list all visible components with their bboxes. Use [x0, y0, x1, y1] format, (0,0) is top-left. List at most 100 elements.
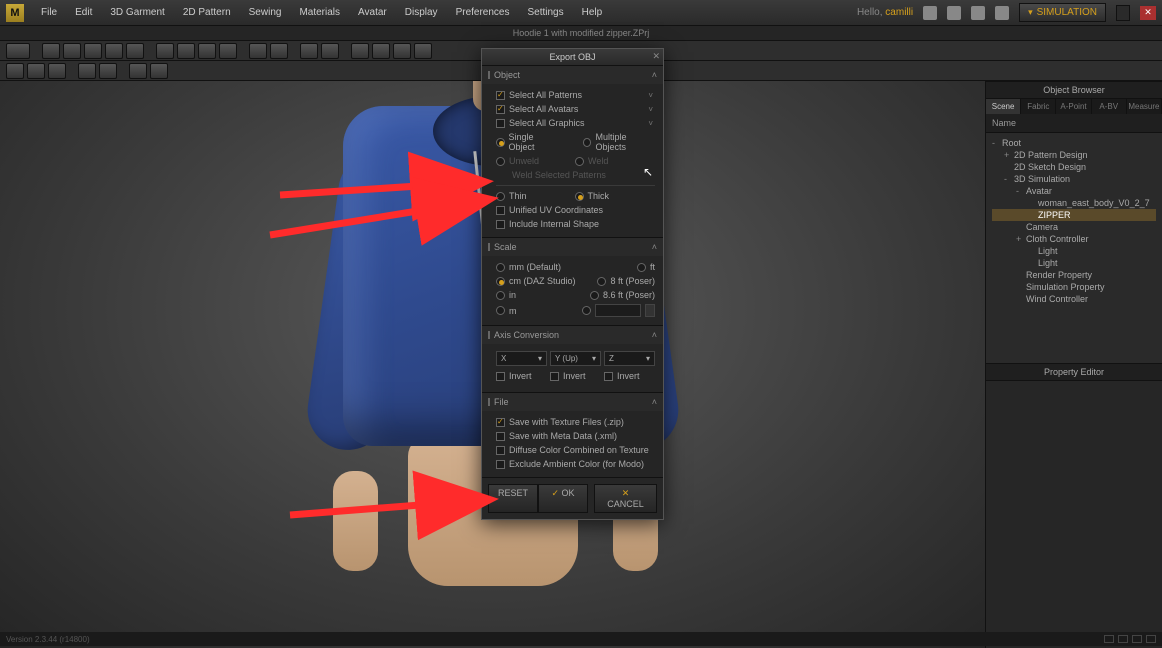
- tool-16[interactable]: [372, 43, 390, 59]
- section-object-header[interactable]: Object˄: [482, 66, 663, 84]
- tree-item[interactable]: Wind Controller: [992, 293, 1156, 305]
- simulation-dropdown[interactable]: [1116, 5, 1130, 21]
- radio-m[interactable]: [496, 306, 505, 315]
- tool-9[interactable]: [198, 43, 216, 59]
- tool-7[interactable]: [156, 43, 174, 59]
- tool-15[interactable]: [351, 43, 369, 59]
- radio-86ft[interactable]: [590, 291, 599, 300]
- chk-select-all-patterns[interactable]: Select All Patterns˅: [496, 88, 655, 102]
- radio-multiple-objects[interactable]: [583, 138, 592, 147]
- tool-10[interactable]: [219, 43, 237, 59]
- tab-abv[interactable]: A-BV: [1092, 99, 1127, 114]
- tab-measure[interactable]: Measure: [1127, 99, 1162, 114]
- sel-tool-3[interactable]: [48, 63, 66, 79]
- menu-file[interactable]: File: [32, 7, 66, 18]
- menu-help[interactable]: Help: [573, 7, 612, 18]
- sel-tool-5[interactable]: [99, 63, 117, 79]
- scene-tree[interactable]: -Root+2D Pattern Design2D Sketch Design-…: [986, 133, 1162, 363]
- radio-single-object[interactable]: [496, 138, 505, 147]
- chk-invert-z[interactable]: [604, 372, 613, 381]
- tool-17[interactable]: [393, 43, 411, 59]
- sel-tool-7[interactable]: [150, 63, 168, 79]
- axis-z-select[interactable]: Z▾: [604, 351, 655, 366]
- tool-13[interactable]: [300, 43, 318, 59]
- tree-item[interactable]: Light: [992, 257, 1156, 269]
- section-scale-header[interactable]: Scale˄: [482, 238, 663, 256]
- tree-item[interactable]: ZIPPER: [992, 209, 1156, 221]
- tree-item[interactable]: 2D Sketch Design: [992, 161, 1156, 173]
- radio-in[interactable]: [496, 291, 505, 300]
- ok-button[interactable]: OK: [538, 484, 588, 513]
- tool-8[interactable]: [177, 43, 195, 59]
- chk-invert-y[interactable]: [550, 372, 559, 381]
- tree-item[interactable]: -3D Simulation: [992, 173, 1156, 185]
- menu-3d-garment[interactable]: 3D Garment: [101, 7, 173, 18]
- chk-save-meta[interactable]: Save with Meta Data (.xml): [496, 429, 655, 443]
- menu-display[interactable]: Display: [396, 7, 447, 18]
- tree-item[interactable]: -Root: [992, 137, 1156, 149]
- tab-scene[interactable]: Scene: [986, 99, 1021, 114]
- menu-preferences[interactable]: Preferences: [447, 7, 519, 18]
- tree-item[interactable]: +2D Pattern Design: [992, 149, 1156, 161]
- simulation-button[interactable]: ▾SIMULATION: [1019, 3, 1106, 22]
- axis-x-select[interactable]: X▾: [496, 351, 547, 366]
- tool-14[interactable]: [321, 43, 339, 59]
- axis-y-select[interactable]: Y (Up)▾: [550, 351, 601, 366]
- sel-tool-2[interactable]: [27, 63, 45, 79]
- chk-select-all-graphics[interactable]: Select All Graphics˅: [496, 116, 655, 130]
- tab-fabric[interactable]: Fabric: [1021, 99, 1056, 114]
- chk-diffuse-combined[interactable]: Diffuse Color Combined on Texture: [496, 443, 655, 457]
- status-icon-2[interactable]: [1118, 635, 1128, 643]
- spinner-icon[interactable]: [645, 304, 655, 317]
- sel-tool-4[interactable]: [78, 63, 96, 79]
- tree-item[interactable]: Render Property: [992, 269, 1156, 281]
- window-close-button[interactable]: ✕: [1140, 6, 1156, 20]
- radio-ft[interactable]: [637, 263, 646, 272]
- chk-internal-shape[interactable]: Include Internal Shape: [496, 217, 655, 231]
- custom-scale-input[interactable]: [595, 304, 641, 317]
- radio-thick[interactable]: [575, 192, 584, 201]
- sound-icon[interactable]: [923, 6, 937, 20]
- tool-3[interactable]: [63, 43, 81, 59]
- status-icon-3[interactable]: [1132, 635, 1142, 643]
- menu-settings[interactable]: Settings: [518, 7, 572, 18]
- user-icon[interactable]: [947, 6, 961, 20]
- tree-item[interactable]: Simulation Property: [992, 281, 1156, 293]
- chk-invert-x[interactable]: [496, 372, 505, 381]
- radio-custom[interactable]: [582, 306, 591, 315]
- menu-2d-pattern[interactable]: 2D Pattern: [174, 7, 240, 18]
- menu-sewing[interactable]: Sewing: [240, 7, 291, 18]
- menu-materials[interactable]: Materials: [290, 7, 349, 18]
- status-icon-4[interactable]: [1146, 635, 1156, 643]
- chk-select-all-avatars[interactable]: Select All Avatars˅: [496, 102, 655, 116]
- tool-6[interactable]: [126, 43, 144, 59]
- chk-unified-uv[interactable]: Unified UV Coordinates: [496, 203, 655, 217]
- tool-12[interactable]: [270, 43, 288, 59]
- tool-5[interactable]: [105, 43, 123, 59]
- username[interactable]: camilli: [885, 7, 913, 18]
- cloud-icon[interactable]: [995, 6, 1009, 20]
- tool-18[interactable]: [414, 43, 432, 59]
- section-axis-header[interactable]: Axis Conversion˄: [482, 326, 663, 344]
- radio-8ft[interactable]: [597, 277, 606, 286]
- dialog-close-button[interactable]: ✕: [652, 51, 660, 62]
- tab-apoint[interactable]: A-Point: [1056, 99, 1091, 114]
- cancel-button[interactable]: CANCEL: [594, 484, 657, 513]
- tool-4[interactable]: [84, 43, 102, 59]
- sel-tool-1[interactable]: [6, 63, 24, 79]
- section-file-header[interactable]: File˄: [482, 393, 663, 411]
- sel-tool-6[interactable]: [129, 63, 147, 79]
- radio-mm[interactable]: [496, 263, 505, 272]
- tree-item[interactable]: Camera: [992, 221, 1156, 233]
- radio-cm[interactable]: [496, 277, 505, 286]
- status-icon-1[interactable]: [1104, 635, 1114, 643]
- tree-item[interactable]: +Cloth Controller: [992, 233, 1156, 245]
- chk-exclude-ambient[interactable]: Exclude Ambient Color (for Modo): [496, 457, 655, 471]
- menu-avatar[interactable]: Avatar: [349, 7, 396, 18]
- tree-item[interactable]: -Avatar: [992, 185, 1156, 197]
- tool-2[interactable]: [42, 43, 60, 59]
- help-icon[interactable]: [971, 6, 985, 20]
- tree-item[interactable]: Light: [992, 245, 1156, 257]
- chk-save-texture[interactable]: Save with Texture Files (.zip): [496, 415, 655, 429]
- menu-edit[interactable]: Edit: [66, 7, 101, 18]
